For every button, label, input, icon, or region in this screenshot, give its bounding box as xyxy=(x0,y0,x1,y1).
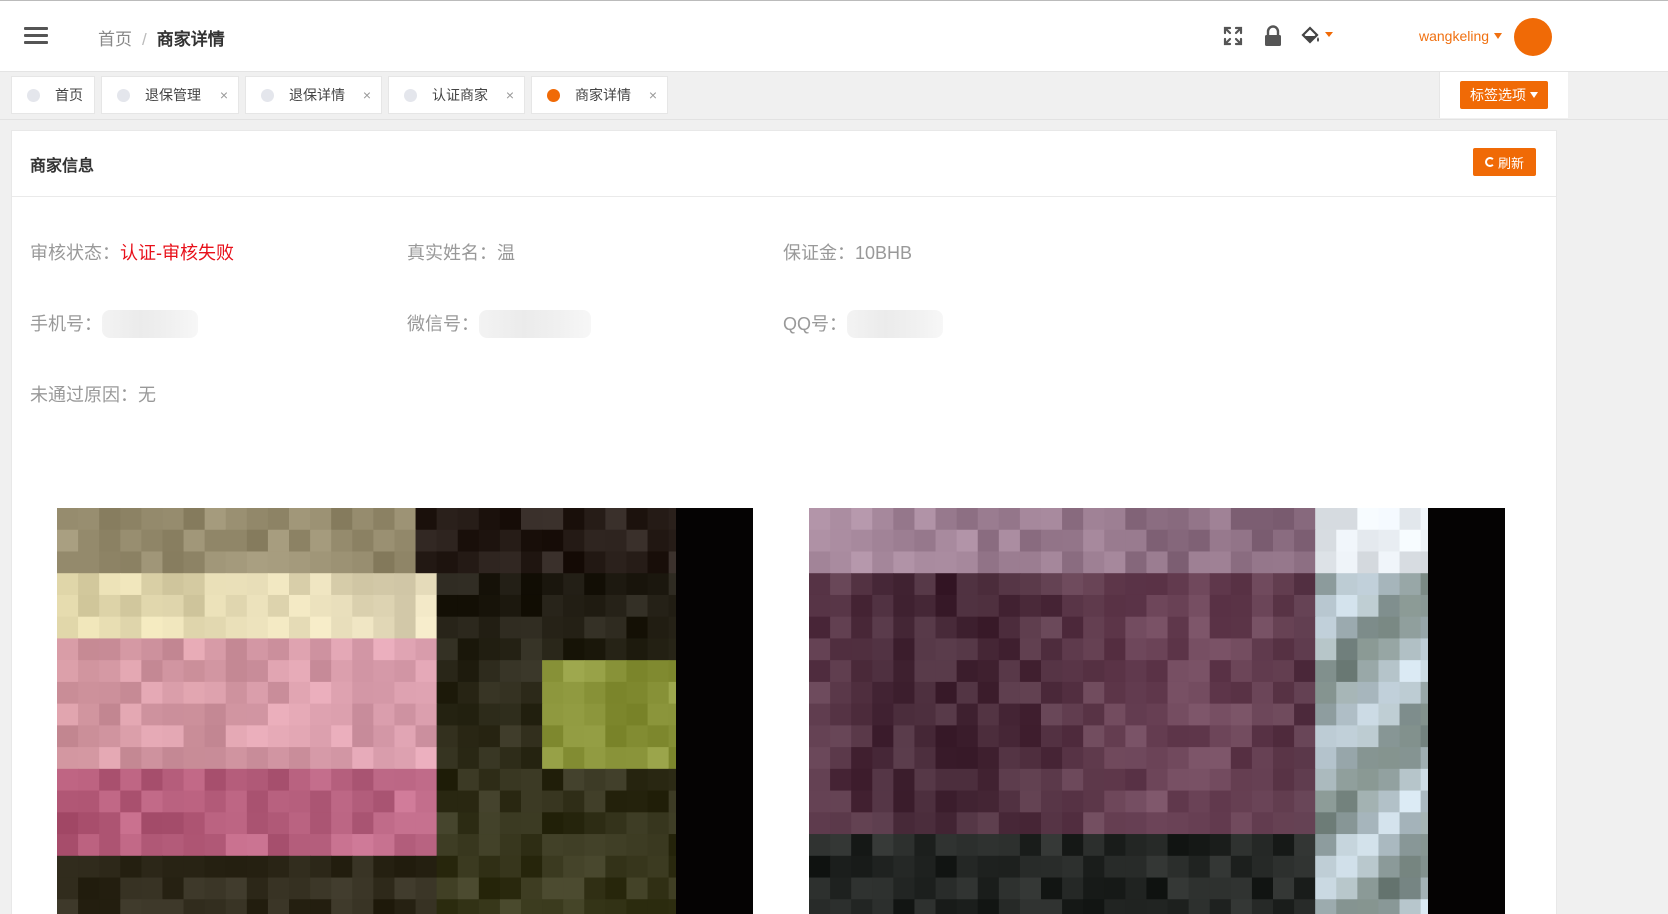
close-icon[interactable]: × xyxy=(506,87,514,103)
avatar[interactable] xyxy=(1514,18,1552,56)
field-deposit: 保证金：10BHB xyxy=(783,239,912,265)
tab-options-button[interactable]: 标签选项 xyxy=(1460,81,1548,109)
close-icon[interactable]: × xyxy=(649,87,657,103)
user-menu[interactable]: wangkeling xyxy=(1419,28,1503,44)
field-reject-reason: 未通过原因：无 xyxy=(30,381,156,407)
tab-refund-management[interactable]: 退保管理 × xyxy=(101,76,239,114)
redacted-qq xyxy=(847,310,944,338)
field-qq: QQ号： xyxy=(783,310,944,338)
username-label: wangkeling xyxy=(1419,28,1490,44)
refresh-button[interactable]: 刷新 xyxy=(1473,148,1536,176)
lock-icon[interactable] xyxy=(1262,25,1284,47)
tab-options-container: 标签选项 xyxy=(1439,72,1568,118)
close-icon[interactable]: × xyxy=(363,87,371,103)
refresh-icon xyxy=(1484,157,1495,167)
tab-home[interactable]: 首页 xyxy=(11,76,95,114)
field-real-name: 真实姓名：温 xyxy=(407,239,515,265)
theme-paint-icon[interactable] xyxy=(1300,25,1336,47)
chevron-down-icon xyxy=(1530,92,1538,98)
reject-reason-value: 无 xyxy=(138,385,156,405)
field-label: 真实姓名： xyxy=(407,243,497,263)
tab-certified-merchants[interactable]: 认证商家 × xyxy=(388,76,525,114)
field-label: 审核状态： xyxy=(30,243,120,263)
field-label: 微信号： xyxy=(407,314,479,334)
merchant-info-card: 商家信息 刷新 审核状态：认证-审核失败 真实姓名：温 保证金：10BHB 手机… xyxy=(11,130,1557,914)
field-label: QQ号： xyxy=(783,314,848,334)
deposit-value: 10BHB xyxy=(855,243,913,263)
status-value: 认证-审核失败 xyxy=(120,243,234,263)
field-label: 保证金： xyxy=(783,243,855,263)
breadcrumb-home[interactable]: 首页 xyxy=(98,30,132,49)
tab-label: 退保详情 xyxy=(289,87,345,103)
close-icon[interactable]: × xyxy=(220,87,228,103)
breadcrumb-separator: / xyxy=(142,30,147,49)
pixelated-photo-image xyxy=(57,508,753,914)
field-label: 未通过原因： xyxy=(30,385,138,405)
card-header: 商家信息 刷新 xyxy=(12,131,1556,197)
chevron-down-icon xyxy=(1494,33,1503,39)
fullscreen-icon[interactable] xyxy=(1222,25,1244,47)
field-phone: 手机号： xyxy=(30,310,198,338)
tab-dot-icon xyxy=(27,88,40,102)
tab-label: 退保管理 xyxy=(145,87,201,103)
field-label: 手机号： xyxy=(30,314,102,334)
merchant-photo-2[interactable] xyxy=(809,508,1505,914)
tab-dot-icon xyxy=(261,88,274,102)
top-header: 首页 / 商家详情 wangkeling xyxy=(0,0,1668,72)
breadcrumb: 首页 / 商家详情 xyxy=(98,25,225,50)
redacted-wechat xyxy=(479,310,591,338)
tab-dot-icon xyxy=(404,88,417,102)
tab-refund-detail[interactable]: 退保详情 × xyxy=(245,76,382,114)
real-name-value: 温 xyxy=(497,243,515,263)
tab-label: 首页 xyxy=(55,87,83,103)
tab-dot-icon xyxy=(117,88,130,102)
redacted-phone xyxy=(102,310,198,338)
merchant-photo-1[interactable] xyxy=(57,508,753,914)
breadcrumb-current: 商家详情 xyxy=(156,30,225,49)
card-title: 商家信息 xyxy=(30,158,95,175)
tab-merchant-detail[interactable]: 商家详情 × xyxy=(531,76,668,114)
tab-options-label: 标签选项 xyxy=(1470,87,1526,103)
field-status: 审核状态：认证-审核失败 xyxy=(30,239,234,265)
tab-label: 商家详情 xyxy=(575,87,631,103)
refresh-label: 刷新 xyxy=(1497,155,1524,171)
field-wechat: 微信号： xyxy=(407,310,591,338)
tab-dot-icon xyxy=(547,88,560,102)
tabs-bar: 首页 退保管理 × 退保详情 × 认证商家 × 商家详情 × 标签选项 xyxy=(0,72,1668,120)
menu-toggle-icon[interactable] xyxy=(24,27,48,45)
tab-label: 认证商家 xyxy=(432,87,488,103)
pixelated-photo-image xyxy=(809,508,1505,914)
